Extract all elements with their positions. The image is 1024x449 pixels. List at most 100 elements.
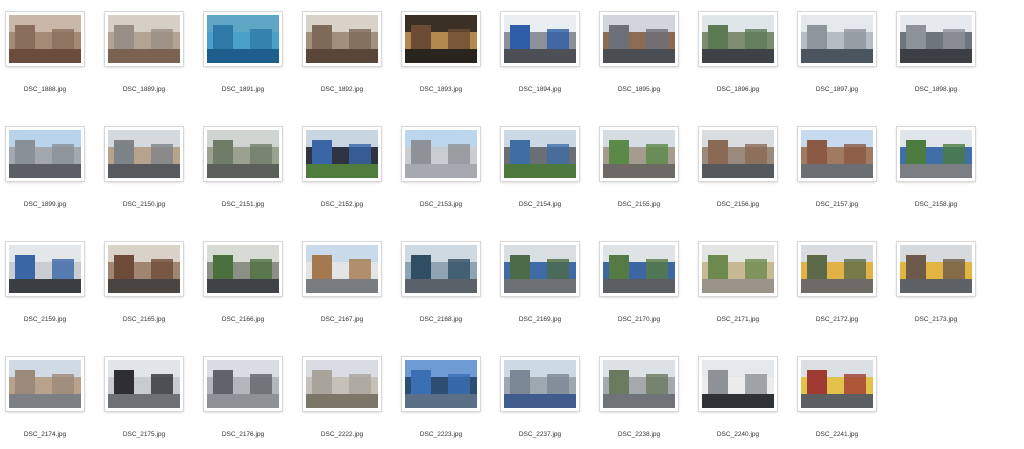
file-item[interactable]: DSC_1897.jpg [792, 0, 882, 95]
file-thumbnail[interactable] [798, 357, 876, 411]
file-thumbnail[interactable] [501, 242, 579, 296]
file-name-label[interactable]: DSC_2223.jpg [396, 431, 486, 438]
file-name-label[interactable]: DSC_2156.jpg [693, 201, 783, 208]
file-item[interactable]: DSC_1898.jpg [891, 0, 981, 95]
file-item[interactable]: DSC_2173.jpg [891, 230, 981, 325]
file-name-label[interactable]: DSC_2241.jpg [792, 431, 882, 438]
file-thumbnail[interactable] [897, 127, 975, 181]
file-name-label[interactable]: DSC_2158.jpg [891, 201, 981, 208]
file-name-label[interactable]: DSC_1888.jpg [0, 86, 90, 93]
file-item[interactable]: DSC_2170.jpg [594, 230, 684, 325]
file-item[interactable]: DSC_1888.jpg [0, 0, 90, 95]
file-item[interactable]: DSC_2151.jpg [198, 115, 288, 210]
file-thumbnail[interactable] [6, 357, 84, 411]
file-name-label[interactable]: DSC_2168.jpg [396, 316, 486, 323]
file-item[interactable]: DSC_1892.jpg [297, 0, 387, 95]
file-thumbnail[interactable] [600, 12, 678, 66]
file-name-label[interactable]: DSC_2173.jpg [891, 316, 981, 323]
file-name-label[interactable]: DSC_1896.jpg [693, 86, 783, 93]
file-thumbnail[interactable] [798, 127, 876, 181]
file-name-label[interactable]: DSC_1898.jpg [891, 86, 981, 93]
file-item[interactable]: DSC_2237.jpg [495, 345, 585, 440]
file-item[interactable]: DSC_2155.jpg [594, 115, 684, 210]
file-item[interactable]: DSC_2174.jpg [0, 345, 90, 440]
file-name-label[interactable]: DSC_2152.jpg [297, 201, 387, 208]
file-name-label[interactable]: DSC_2238.jpg [594, 431, 684, 438]
file-thumbnail[interactable] [6, 242, 84, 296]
file-thumbnail[interactable] [798, 12, 876, 66]
file-thumbnail[interactable] [6, 12, 84, 66]
file-item[interactable]: DSC_1893.jpg [396, 0, 486, 95]
file-thumbnail[interactable] [204, 127, 282, 181]
file-thumbnail[interactable] [897, 12, 975, 66]
file-item[interactable]: DSC_1896.jpg [693, 0, 783, 95]
file-item[interactable]: DSC_2169.jpg [495, 230, 585, 325]
file-name-label[interactable]: DSC_2159.jpg [0, 316, 90, 323]
file-name-label[interactable]: DSC_1892.jpg [297, 86, 387, 93]
file-item[interactable]: DSC_2153.jpg [396, 115, 486, 210]
file-item[interactable]: DSC_2150.jpg [99, 115, 189, 210]
file-thumbnail[interactable] [204, 242, 282, 296]
file-name-label[interactable]: DSC_2165.jpg [99, 316, 189, 323]
file-item[interactable]: DSC_2158.jpg [891, 115, 981, 210]
file-thumbnail[interactable] [501, 357, 579, 411]
file-thumbnail[interactable] [699, 242, 777, 296]
file-thumbnail[interactable] [699, 12, 777, 66]
file-thumbnail[interactable] [402, 357, 480, 411]
file-item[interactable]: DSC_2240.jpg [693, 345, 783, 440]
file-name-label[interactable]: DSC_2154.jpg [495, 201, 585, 208]
file-name-label[interactable]: DSC_2240.jpg [693, 431, 783, 438]
file-item[interactable]: DSC_2167.jpg [297, 230, 387, 325]
file-item[interactable]: DSC_2159.jpg [0, 230, 90, 325]
file-name-label[interactable]: DSC_1893.jpg [396, 86, 486, 93]
file-name-label[interactable]: DSC_1895.jpg [594, 86, 684, 93]
file-name-label[interactable]: DSC_2172.jpg [792, 316, 882, 323]
file-name-label[interactable]: DSC_1897.jpg [792, 86, 882, 93]
file-thumbnail[interactable] [402, 12, 480, 66]
file-item[interactable]: DSC_2171.jpg [693, 230, 783, 325]
file-item[interactable]: DSC_2222.jpg [297, 345, 387, 440]
file-name-label[interactable]: DSC_2170.jpg [594, 316, 684, 323]
file-name-label[interactable]: DSC_2176.jpg [198, 431, 288, 438]
file-name-label[interactable]: DSC_2151.jpg [198, 201, 288, 208]
file-thumbnail[interactable] [303, 357, 381, 411]
file-thumbnail[interactable] [501, 127, 579, 181]
file-name-label[interactable]: DSC_1891.jpg [198, 86, 288, 93]
file-thumbnail[interactable] [600, 127, 678, 181]
file-thumbnail[interactable] [105, 127, 183, 181]
file-name-label[interactable]: DSC_2171.jpg [693, 316, 783, 323]
file-name-label[interactable]: DSC_1889.jpg [99, 86, 189, 93]
file-item[interactable]: DSC_2168.jpg [396, 230, 486, 325]
file-name-label[interactable]: DSC_2155.jpg [594, 201, 684, 208]
file-item[interactable]: DSC_2238.jpg [594, 345, 684, 440]
file-thumbnail[interactable] [204, 357, 282, 411]
file-name-label[interactable]: DSC_2166.jpg [198, 316, 288, 323]
file-item[interactable]: DSC_2152.jpg [297, 115, 387, 210]
file-thumbnail[interactable] [105, 12, 183, 66]
file-item[interactable]: DSC_1889.jpg [99, 0, 189, 95]
file-item[interactable]: DSC_2165.jpg [99, 230, 189, 325]
file-item[interactable]: DSC_2176.jpg [198, 345, 288, 440]
file-thumbnail[interactable] [303, 12, 381, 66]
file-thumbnail[interactable] [204, 12, 282, 66]
file-name-label[interactable]: DSC_2175.jpg [99, 431, 189, 438]
file-name-label[interactable]: DSC_1894.jpg [495, 86, 585, 93]
file-name-label[interactable]: DSC_2167.jpg [297, 316, 387, 323]
file-name-label[interactable]: DSC_2150.jpg [99, 201, 189, 208]
file-name-label[interactable]: DSC_2153.jpg [396, 201, 486, 208]
file-item[interactable]: DSC_2241.jpg [792, 345, 882, 440]
file-thumbnail[interactable] [303, 127, 381, 181]
file-thumbnail[interactable] [402, 242, 480, 296]
file-thumbnail[interactable] [897, 242, 975, 296]
file-item[interactable]: DSC_2172.jpg [792, 230, 882, 325]
file-name-label[interactable]: DSC_2222.jpg [297, 431, 387, 438]
file-item[interactable]: DSC_1899.jpg [0, 115, 90, 210]
file-thumbnail[interactable] [105, 357, 183, 411]
file-thumbnail[interactable] [402, 127, 480, 181]
file-item[interactable]: DSC_1895.jpg [594, 0, 684, 95]
file-thumbnail[interactable] [600, 242, 678, 296]
file-item[interactable]: DSC_1891.jpg [198, 0, 288, 95]
file-thumbnail[interactable] [600, 357, 678, 411]
file-item[interactable]: DSC_2156.jpg [693, 115, 783, 210]
file-item[interactable]: DSC_2166.jpg [198, 230, 288, 325]
